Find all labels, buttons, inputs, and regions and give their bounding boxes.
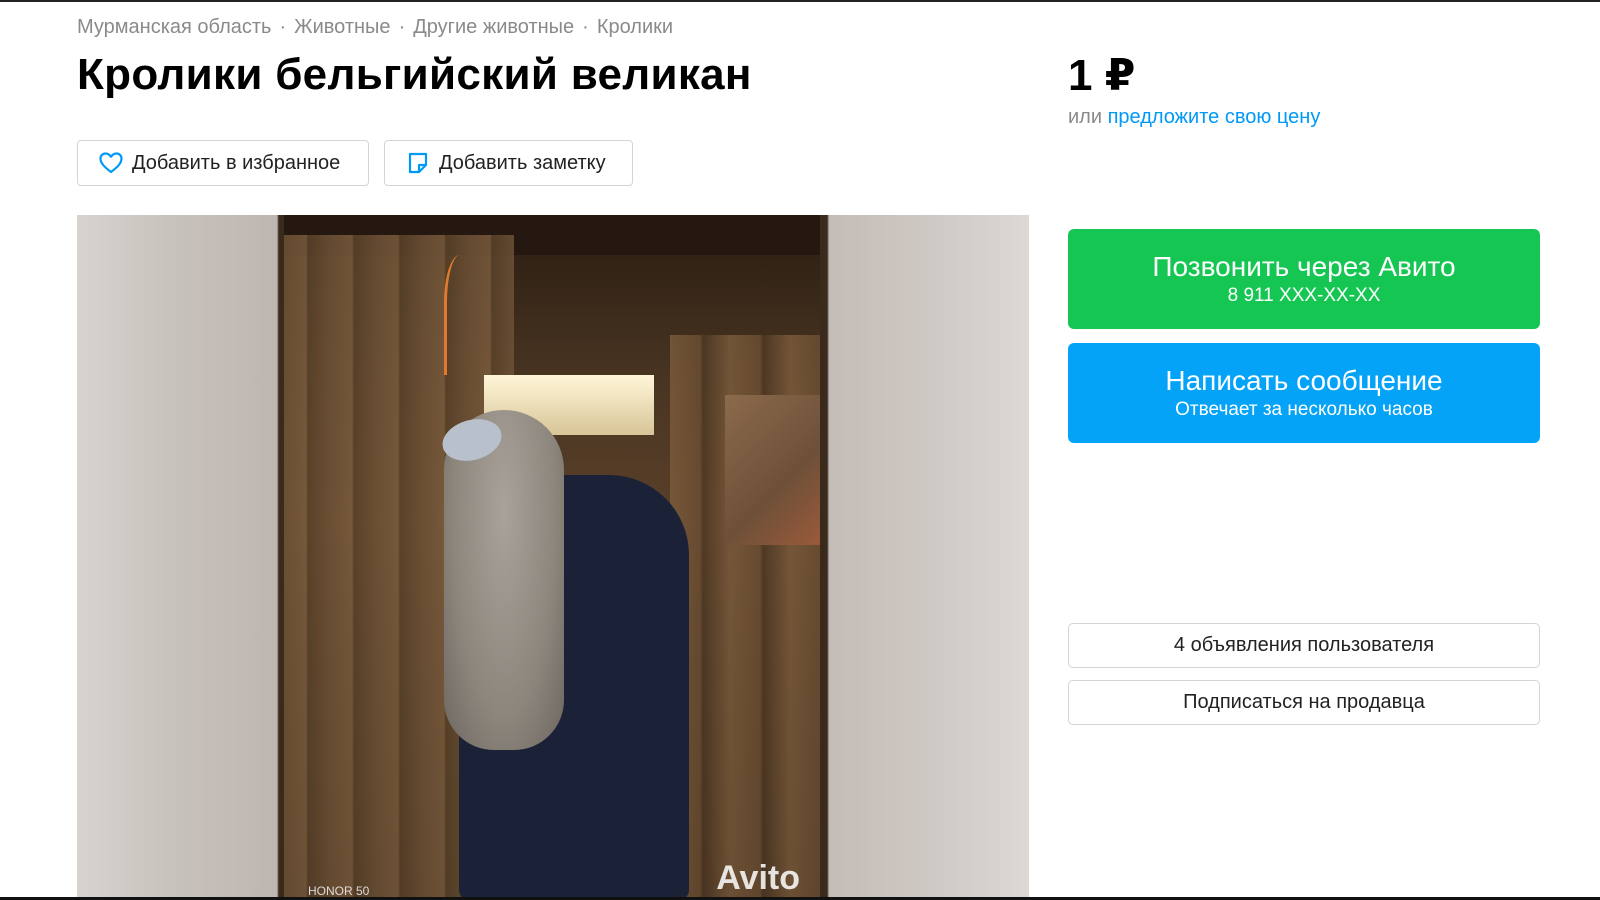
breadcrumb-item-rabbits[interactable]: Кролики (597, 16, 673, 39)
call-button-label: Позвонить через Авито (1152, 251, 1456, 282)
subscribe-seller-button[interactable]: Подписаться на продавца (1068, 680, 1540, 725)
heart-icon (98, 150, 124, 176)
message-button-label: Написать сообщение (1165, 365, 1443, 396)
price-offer-prefix: или (1068, 106, 1103, 128)
breadcrumb-item-other-animals[interactable]: Другие животные (413, 16, 574, 39)
offer-price-link[interactable]: предложите свою цену (1108, 106, 1321, 128)
photo-board (725, 395, 820, 545)
photo-gallery[interactable]: HONOR 50 Avito (77, 215, 1029, 900)
photo-rabbit (444, 410, 564, 750)
add-note-label: Добавить заметку (439, 151, 606, 174)
note-icon (405, 150, 431, 176)
breadcrumb-separator: · (279, 16, 287, 38)
message-button[interactable]: Написать сообщение Отвечает за несколько… (1068, 343, 1540, 443)
breadcrumb-item-animals[interactable]: Животные (294, 16, 390, 39)
price-offer: или предложите свою цену (1068, 106, 1320, 129)
top-border (0, 0, 1600, 2)
price: 1 ₽ (1068, 51, 1136, 100)
breadcrumb-separator: · (582, 16, 589, 38)
add-to-favorites-label: Добавить в избранное (132, 151, 341, 174)
page-title: Кролики бельгийский великан (77, 50, 752, 99)
call-button[interactable]: Позвонить через Авито 8 911 XXX-XX-XX (1068, 229, 1540, 329)
camera-tag: HONOR 50 (308, 884, 370, 898)
seller-ads-button[interactable]: 4 объявления пользователя (1068, 623, 1540, 668)
avito-watermark: Avito (716, 859, 800, 897)
photo-wire (444, 255, 484, 375)
breadcrumb: Мурманская область · Животные · Другие ж… (77, 16, 673, 39)
add-note-button[interactable]: Добавить заметку (384, 140, 633, 186)
breadcrumb-separator: · (398, 16, 406, 38)
call-button-phone: 8 911 XXX-XX-XX (1227, 285, 1381, 306)
listing-photo[interactable]: HONOR 50 Avito (284, 215, 820, 900)
breadcrumb-item-region[interactable]: Мурманская область (77, 16, 271, 39)
message-button-subtext: Отвечает за несколько часов (1175, 399, 1433, 420)
add-to-favorites-button[interactable]: Добавить в избранное (77, 140, 369, 186)
